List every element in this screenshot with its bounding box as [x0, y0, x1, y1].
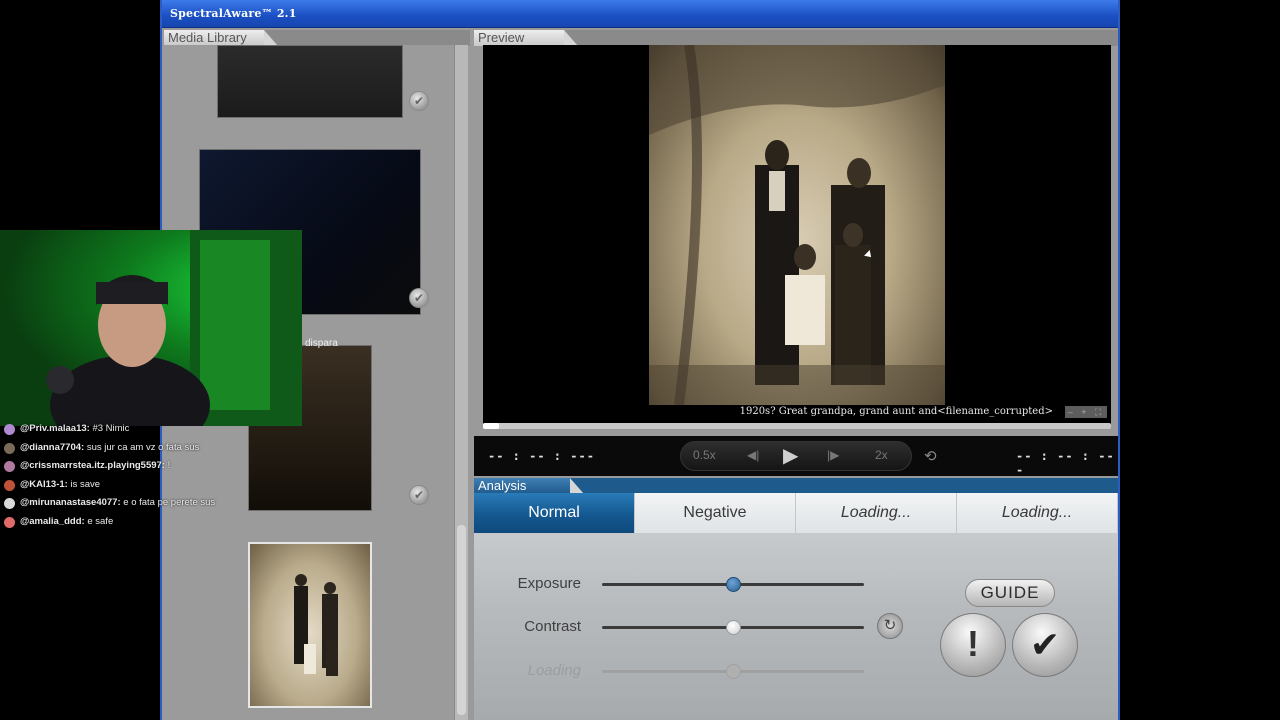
- analysis-header: Analysis: [474, 478, 584, 494]
- chat-message: @KAI13-1: is save: [0, 476, 300, 495]
- library-header: Media Library: [164, 30, 278, 46]
- streamer-video: [46, 230, 302, 426]
- time-right: -- : -- : ---: [1016, 449, 1115, 477]
- contrast-slider[interactable]: [602, 620, 864, 635]
- avatar: [4, 424, 15, 435]
- confirm-button[interactable]: ✔: [1012, 613, 1078, 677]
- reset-icon[interactable]: ↻: [877, 613, 903, 639]
- library-thumbnail[interactable]: [217, 45, 403, 118]
- library-thumbnail-selected[interactable]: [248, 542, 372, 708]
- time-left: -- : -- : ---: [488, 449, 595, 463]
- exposure-label: Exposure: [517, 575, 581, 592]
- scrollbar-thumb[interactable]: [457, 525, 466, 715]
- family-photo-thumbnail: [294, 574, 338, 676]
- preview-photo[interactable]: [649, 45, 945, 405]
- app-window: SpectralAware™ 2.1 Media Library Preview…: [160, 0, 1120, 720]
- playback-controls: 0.5x ◀| ▶ |▶ 2x: [680, 441, 912, 471]
- previous-frame-icon[interactable]: ◀|: [747, 448, 759, 462]
- contrast-slider-knob[interactable]: [726, 620, 741, 635]
- window-title: SpectralAware™ 2.1: [170, 7, 297, 20]
- tab-normal[interactable]: Normal: [474, 493, 635, 533]
- transport-bar: -- : -- : --- 0.5x ◀| ▶ |▶ 2x ⟲ -- : -- …: [474, 436, 1118, 477]
- check-icon[interactable]: ✔: [409, 485, 429, 505]
- chat-overlay: @Priv.malaa13: #3 Nimic @dianna7704: sus…: [0, 420, 300, 531]
- exposure-slider[interactable]: [602, 577, 864, 592]
- chat-message: @amalia_ddd: e safe: [0, 513, 300, 532]
- tab-negative[interactable]: Negative: [635, 493, 796, 533]
- tab-loading-2[interactable]: Loading...: [957, 493, 1118, 533]
- avatar: [4, 479, 15, 491]
- guide-button[interactable]: GUIDE: [965, 579, 1055, 607]
- preview-panel: 1920s? Great grandpa, grand aunt and<fil…: [483, 45, 1111, 429]
- avatar: [4, 516, 15, 528]
- avatar: [4, 461, 15, 472]
- check-icon[interactable]: ✔: [409, 288, 429, 308]
- chat-message: @dianna7704: sus jur ca am vz o fata sus: [0, 439, 300, 458]
- chat-message: @mirunanastase4077: e o fata pe perete s…: [0, 494, 300, 513]
- loading-slider-knob: [726, 664, 741, 679]
- library-scrollbar[interactable]: [454, 45, 468, 720]
- preview-timeline[interactable]: [483, 423, 1111, 429]
- alert-button[interactable]: !: [940, 613, 1006, 677]
- timeline-progress: [483, 423, 499, 429]
- tab-loading-1[interactable]: Loading...: [796, 493, 957, 533]
- next-frame-icon[interactable]: |▶: [827, 448, 839, 462]
- chat-fragment: dispara: [305, 338, 338, 349]
- title-bar[interactable]: SpectralAware™ 2.1: [162, 0, 1118, 28]
- avatar: [4, 498, 15, 509]
- preview-window-controls[interactable]: – + ⛶: [1065, 406, 1107, 418]
- family-photo: [649, 45, 945, 405]
- check-icon[interactable]: ✔: [409, 91, 429, 111]
- speed-slow-button[interactable]: 0.5x: [693, 448, 716, 462]
- chat-message: @crissmarrstea.itz.playing5597: !: [0, 457, 300, 476]
- exposure-slider-knob[interactable]: [726, 577, 741, 592]
- loading-slider-label: Loading: [527, 662, 581, 679]
- avatar: [4, 442, 15, 454]
- speed-fast-button[interactable]: 2x: [875, 448, 888, 462]
- mode-tabs: Normal Negative Loading... Loading...: [474, 493, 1118, 533]
- screen: SpectralAware™ 2.1 Media Library Preview…: [0, 0, 1280, 720]
- loop-icon[interactable]: ⟲: [924, 447, 937, 465]
- photo-caption: 1920s? Great grandpa, grand aunt and<fil…: [739, 406, 1053, 417]
- analysis-panel: Normal Negative Loading... Loading... Ex…: [474, 493, 1118, 720]
- loading-slider: [602, 664, 864, 679]
- preview-header: Preview: [474, 30, 578, 46]
- contrast-label: Contrast: [524, 618, 581, 635]
- play-icon[interactable]: ▶: [783, 443, 798, 468]
- webcam-overlay: [0, 230, 302, 426]
- chat-message: @Priv.malaa13: #3 Nimic: [0, 420, 300, 439]
